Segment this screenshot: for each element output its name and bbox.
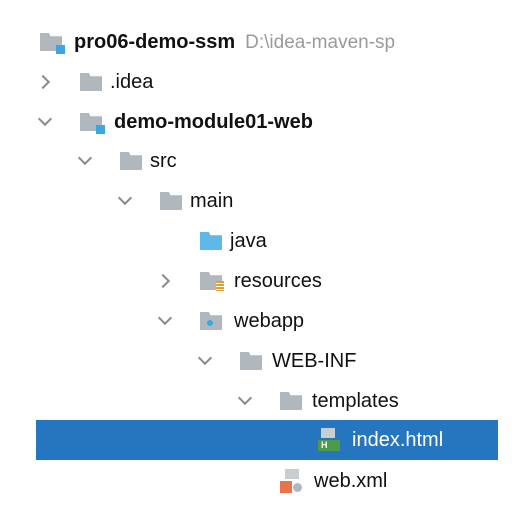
folder-icon bbox=[160, 192, 182, 210]
tree-item-label: templates bbox=[312, 389, 399, 412]
module-badge-icon bbox=[96, 125, 105, 134]
web-badge-icon bbox=[207, 320, 213, 326]
folder-icon bbox=[80, 73, 102, 91]
tree-item-label: index.html bbox=[352, 428, 444, 451]
tree-item-project-root[interactable]: pro06-demo-ssm D:\idea-maven-sp bbox=[0, 22, 524, 62]
tree-item-templates[interactable]: templates bbox=[0, 381, 524, 421]
chevron-down-icon[interactable] bbox=[117, 190, 133, 206]
chevron-right-icon[interactable] bbox=[35, 74, 51, 90]
chevron-down-icon[interactable] bbox=[37, 111, 53, 127]
tree-item-idea[interactable]: .idea bbox=[0, 62, 524, 102]
tree-item-index-html[interactable]: H index.html bbox=[36, 420, 498, 460]
html-badge-icon: H bbox=[318, 440, 340, 451]
project-name: pro06-demo-ssm bbox=[74, 30, 236, 53]
tree-item-src[interactable]: src bbox=[0, 141, 524, 181]
tree-item-label: .idea bbox=[110, 70, 154, 93]
tree-item-label: src bbox=[150, 149, 177, 172]
tree-item-label: java bbox=[230, 229, 267, 252]
tree-item-webapp[interactable]: webapp bbox=[0, 301, 524, 341]
tree-item-web-xml[interactable]: web.xml bbox=[0, 461, 524, 501]
chevron-down-icon[interactable] bbox=[197, 350, 213, 366]
tree-item-label: main bbox=[190, 189, 234, 212]
tree-item-label: web.xml bbox=[314, 469, 388, 492]
tree-item-resources[interactable]: resources bbox=[0, 261, 524, 301]
folder-icon bbox=[240, 352, 262, 370]
xml-file-icon bbox=[285, 469, 299, 479]
folder-icon bbox=[280, 392, 302, 410]
module-badge-icon bbox=[56, 45, 65, 54]
tree-item-java[interactable]: java bbox=[0, 221, 524, 261]
tree-item-label: WEB-INF bbox=[272, 349, 357, 372]
tree-item-web-inf[interactable]: WEB-INF bbox=[0, 341, 524, 381]
html-file-icon bbox=[321, 428, 335, 438]
source-folder-icon bbox=[200, 232, 222, 250]
chevron-right-icon[interactable] bbox=[155, 273, 171, 289]
globe-icon bbox=[293, 483, 302, 492]
xml-badge-icon bbox=[280, 481, 292, 493]
tree-item-main[interactable]: main bbox=[0, 181, 524, 221]
folder-icon bbox=[120, 152, 142, 170]
project-path: D:\idea-maven-sp bbox=[245, 31, 396, 53]
tree-item-label: demo-module01-web bbox=[114, 110, 313, 133]
chevron-down-icon[interactable] bbox=[237, 390, 253, 406]
tree-item-label: webapp bbox=[234, 309, 305, 332]
chevron-down-icon[interactable] bbox=[157, 310, 173, 326]
tree-item-label: resources bbox=[234, 269, 322, 292]
tree-item-module[interactable]: demo-module01-web bbox=[0, 102, 524, 142]
chevron-down-icon[interactable] bbox=[77, 150, 93, 166]
resources-badge-icon bbox=[216, 281, 224, 291]
